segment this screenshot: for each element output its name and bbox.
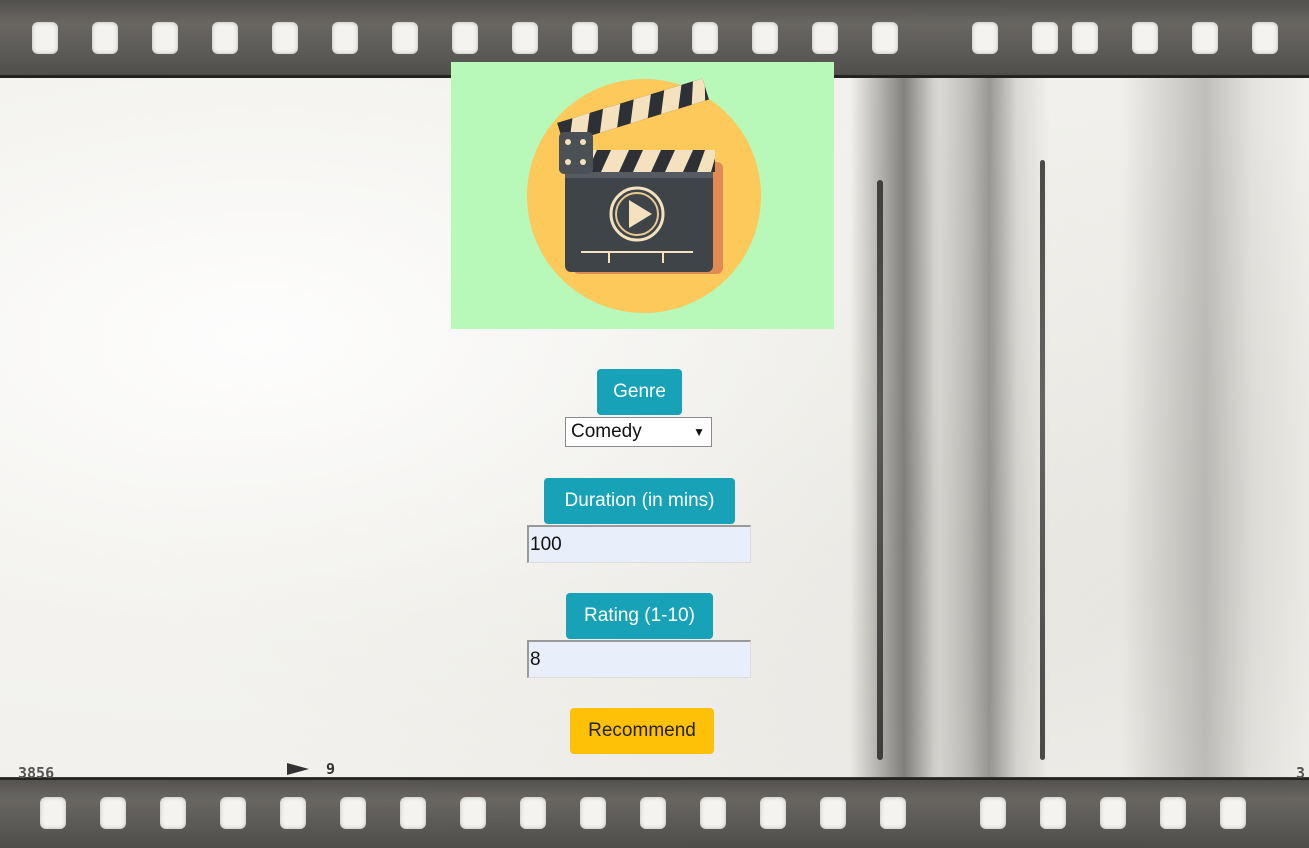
app-logo bbox=[451, 62, 834, 329]
duration-input[interactable] bbox=[527, 525, 751, 563]
genre-label-button[interactable]: Genre bbox=[597, 369, 682, 415]
chevron-down-icon: ▼ bbox=[693, 425, 705, 439]
clapperboard-play-icon bbox=[527, 78, 761, 313]
genre-selected-value: Comedy bbox=[571, 421, 642, 442]
rating-label-button[interactable]: Rating (1-10) bbox=[566, 593, 713, 639]
genre-select[interactable]: Comedy ▼ bbox=[565, 417, 712, 447]
rating-input[interactable] bbox=[527, 640, 751, 678]
recommend-button[interactable]: Recommend bbox=[570, 708, 714, 754]
duration-label-button[interactable]: Duration (in mins) bbox=[544, 478, 735, 524]
recommender-form-page: Genre Comedy ▼ Duration (in mins) Rating… bbox=[0, 0, 1309, 848]
